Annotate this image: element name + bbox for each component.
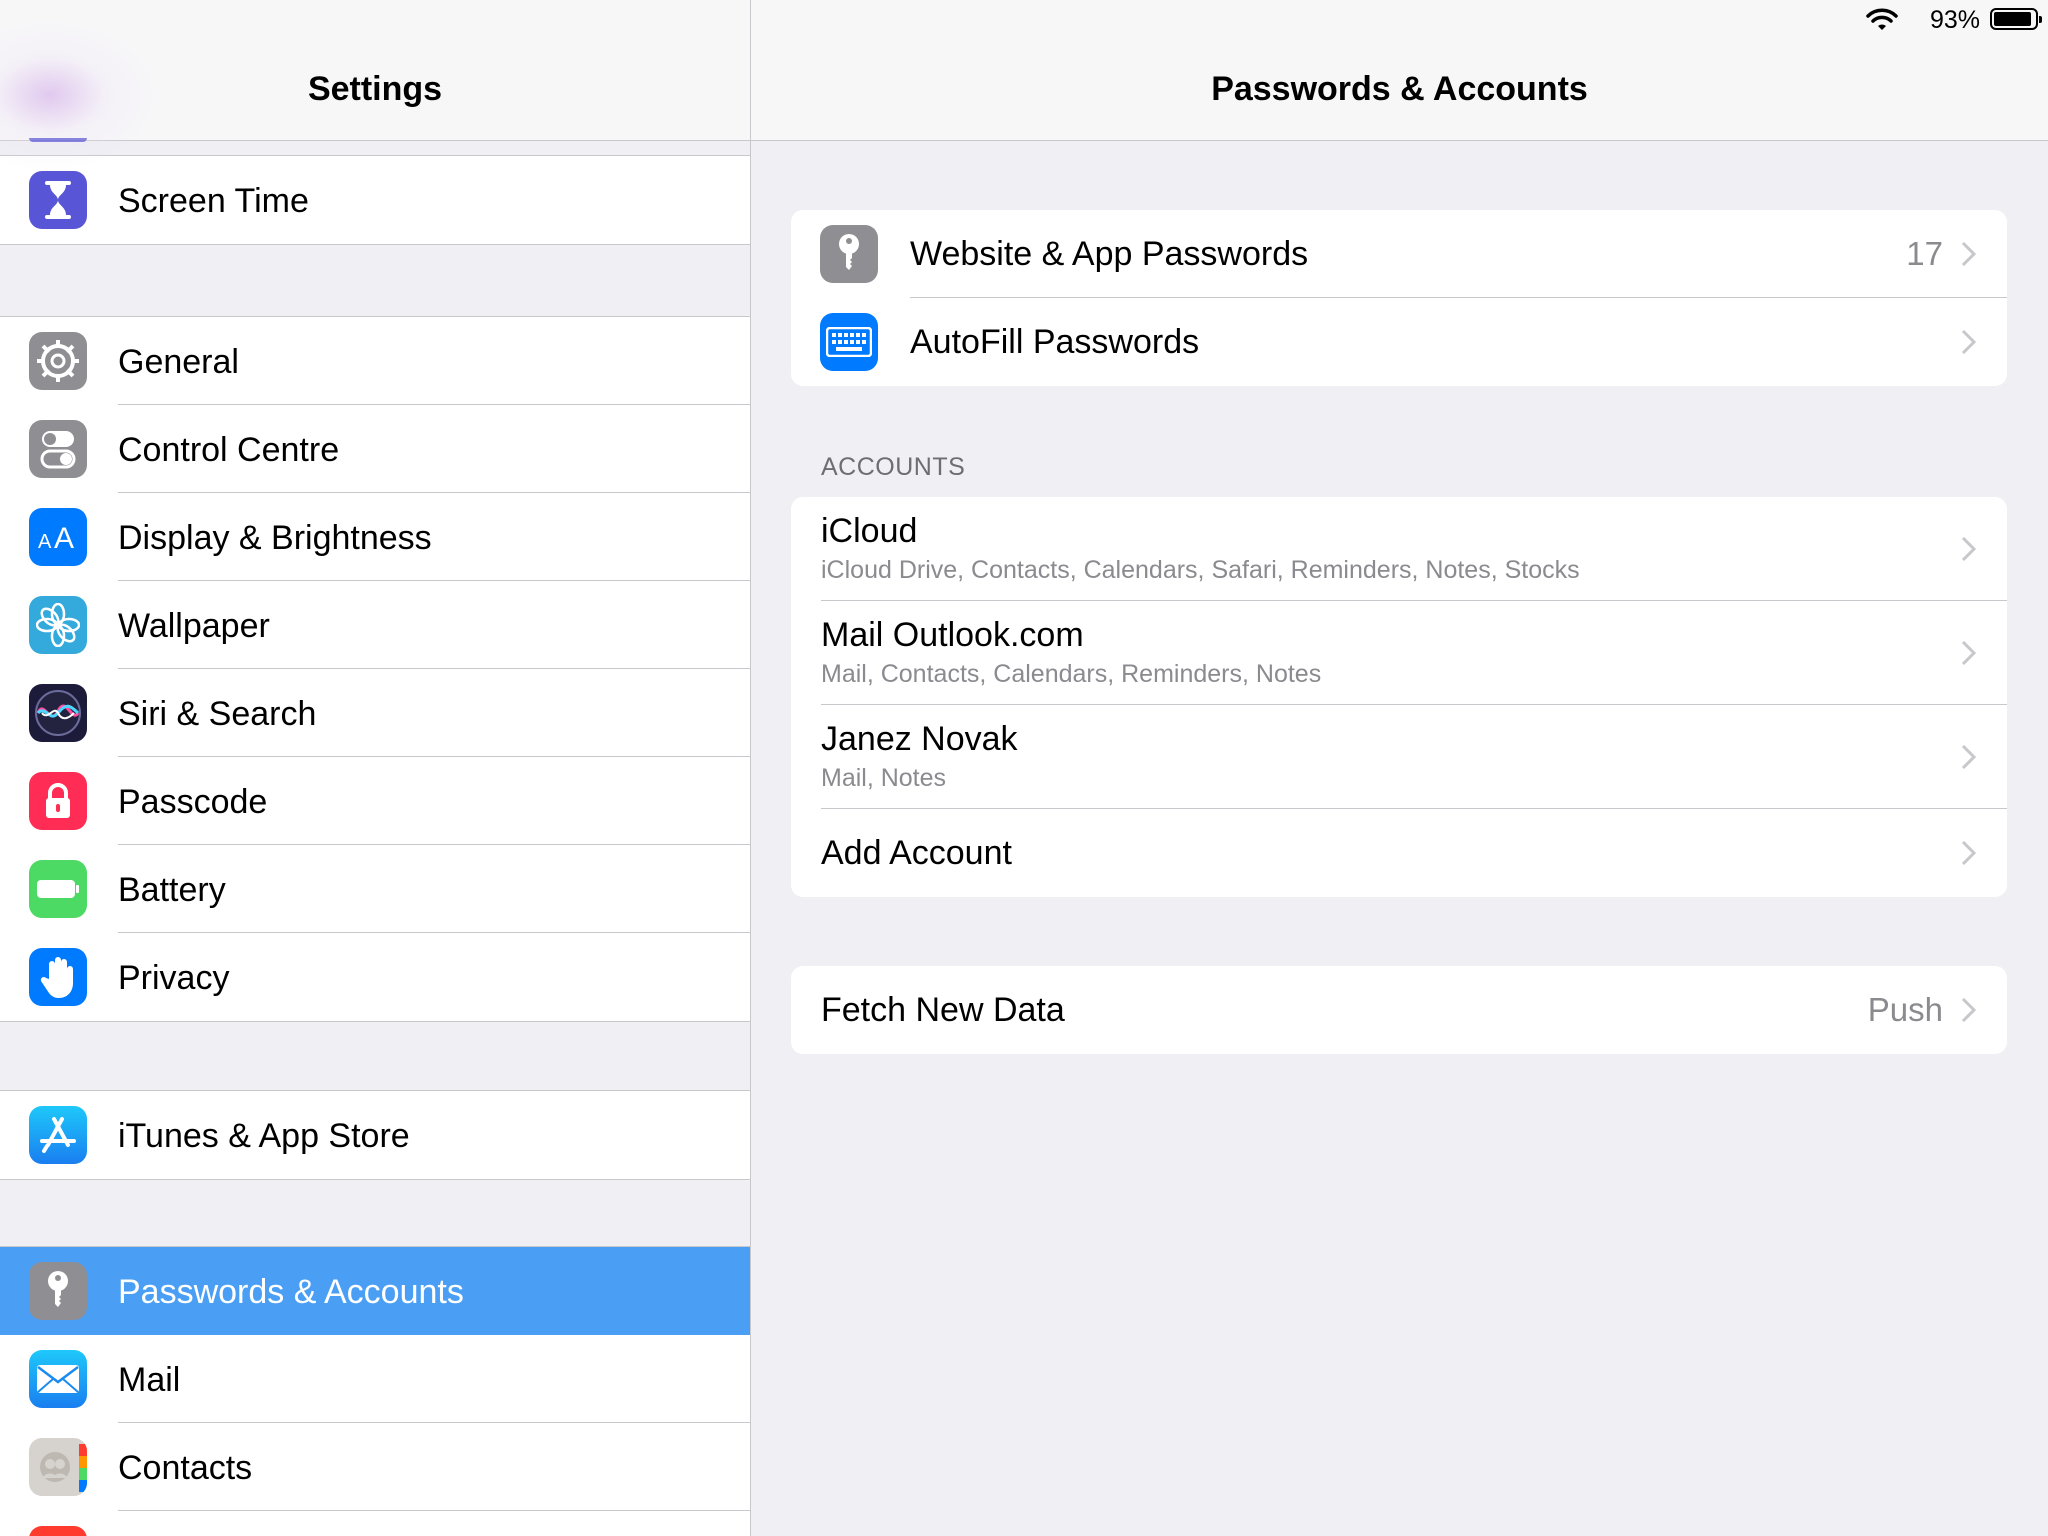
passwords-count: 17 [1906, 235, 1943, 272]
sidebar-item-battery[interactable]: Battery [0, 845, 750, 933]
autofill-passwords-label: AutoFill Passwords [910, 323, 1200, 361]
sidebar-item-passcode[interactable]: Passcode [0, 757, 750, 845]
keyboard-icon [820, 313, 878, 371]
account-title: Mail Outlook.com [821, 616, 1084, 654]
settings-group-4: Passwords & Accounts Mail Contacts [0, 1246, 750, 1536]
hourglass-icon [29, 171, 87, 229]
sidebar-item-label: Passwords & Accounts [118, 1273, 464, 1311]
sidebar-header: Settings [0, 0, 750, 170]
app-store-icon [29, 1106, 87, 1164]
account-subtitle: Mail, Contacts, Calendars, Reminders, No… [821, 660, 1322, 688]
sidebar-item-general[interactable]: General [0, 317, 750, 405]
website-app-passwords-label: Website & App Passwords [910, 235, 1309, 273]
website-app-passwords-row[interactable]: Website & App Passwords 17 [791, 210, 2007, 298]
detail-pane: Passwords & Accounts Website & App Passw… [751, 0, 2048, 1536]
sidebar-item-contacts[interactable]: Contacts [0, 1423, 750, 1511]
sidebar-item-privacy[interactable]: Privacy [0, 933, 750, 1021]
fetch-new-data-label: Fetch New Data [821, 991, 1065, 1029]
chevron-right-icon [1961, 536, 1977, 562]
key-icon [29, 1262, 87, 1320]
svg-text:A: A [38, 531, 52, 552]
battery-icon [1990, 8, 2042, 30]
account-subtitle: iCloud Drive, Contacts, Calendars, Safar… [821, 556, 1580, 584]
account-subtitle: Mail, Notes [821, 764, 947, 792]
toggles-icon [29, 420, 87, 478]
settings-group-3: iTunes & App Store [0, 1090, 750, 1180]
account-row-janez-novak[interactable]: Janez Novak Mail, Notes [791, 705, 2007, 809]
flower-icon [29, 596, 87, 654]
hand-icon [29, 948, 87, 1006]
chevron-right-icon [1961, 744, 1977, 770]
battery-icon [29, 860, 87, 918]
account-title: Janez Novak [821, 720, 1018, 758]
sidebar-item-screen-time[interactable]: Screen Time [0, 156, 750, 244]
battery-percentage: 93% [1929, 6, 1980, 34]
sidebar-item-label: General [118, 343, 239, 381]
account-row-icloud[interactable]: iCloud iCloud Drive, Contacts, Calendars… [791, 497, 2007, 601]
sidebar-item-label: Control Centre [118, 431, 340, 469]
sidebar-item-label: Display & Brightness [118, 519, 432, 557]
settings-group-2: General Control Centre AA Display & Brig… [0, 316, 750, 1022]
contacts-icon [29, 1438, 87, 1496]
sidebar-item-label: Privacy [118, 959, 230, 997]
sidebar-item-label: iTunes & App Store [118, 1117, 410, 1155]
gear-icon [29, 332, 87, 390]
fetch-value: Push [1867, 991, 1943, 1028]
sidebar-item-siri-search[interactable]: Siri & Search [0, 669, 750, 757]
text-size-icon: AA [29, 508, 87, 566]
sidebar-item-passwords-accounts[interactable]: Passwords & Accounts [0, 1247, 750, 1335]
page-title: Passwords & Accounts [1211, 70, 1588, 108]
lock-icon [29, 772, 87, 830]
chevron-right-icon [1961, 997, 1977, 1023]
sidebar-item-partial[interactable] [0, 1511, 750, 1536]
settings-group-1: Screen Time [0, 155, 750, 245]
sidebar-item-label: Battery [118, 871, 226, 909]
account-title: iCloud [821, 512, 918, 550]
accounts-card: iCloud iCloud Drive, Contacts, Calendars… [791, 497, 2007, 897]
sidebar-item-label: Siri & Search [118, 695, 317, 733]
add-account-row[interactable]: Add Account [791, 809, 2007, 897]
chevron-right-icon [1961, 329, 1977, 355]
envelope-icon [29, 1350, 87, 1408]
sidebar-item-label: Contacts [118, 1449, 253, 1487]
key-icon [820, 225, 878, 283]
siri-icon [29, 684, 87, 742]
sidebar-title: Settings [307, 70, 443, 108]
add-account-label: Add Account [821, 834, 1012, 872]
sidebar-item-wallpaper[interactable]: Wallpaper [0, 581, 750, 669]
chevron-right-icon [1961, 241, 1977, 267]
accounts-section-header: ACCOUNTS [821, 453, 966, 481]
account-row-outlook[interactable]: Mail Outlook.com Mail, Contacts, Calenda… [791, 601, 2007, 705]
passwords-card: Website & App Passwords 17 AutoFill Pass… [791, 210, 2007, 386]
sidebar-item-itunes-app-store[interactable]: iTunes & App Store [0, 1091, 750, 1179]
status-bar: 93% [1748, 0, 2048, 40]
sidebar-item-label: Passcode [118, 783, 268, 821]
chevron-right-icon [1961, 640, 1977, 666]
sidebar-item-label: Mail [118, 1361, 181, 1399]
sidebar-item-label: Screen Time [118, 182, 309, 220]
sidebar-item-mail[interactable]: Mail [0, 1335, 750, 1423]
autofill-passwords-row[interactable]: AutoFill Passwords [791, 298, 2007, 386]
fetch-new-data-row[interactable]: Fetch New Data Push [791, 966, 2007, 1054]
sidebar-item-label: Wallpaper [118, 607, 270, 645]
wifi-icon [1866, 8, 1898, 30]
svg-text:A: A [54, 522, 74, 552]
fetch-card: Fetch New Data Push [791, 966, 2007, 1054]
sidebar-item-display-brightness[interactable]: AA Display & Brightness [0, 493, 750, 581]
chevron-right-icon [1961, 840, 1977, 866]
sidebar-item-control-centre[interactable]: Control Centre [0, 405, 750, 493]
settings-sidebar: Screen Time General Control Centre AA Di… [0, 0, 751, 1536]
app-icon [29, 1526, 87, 1536]
